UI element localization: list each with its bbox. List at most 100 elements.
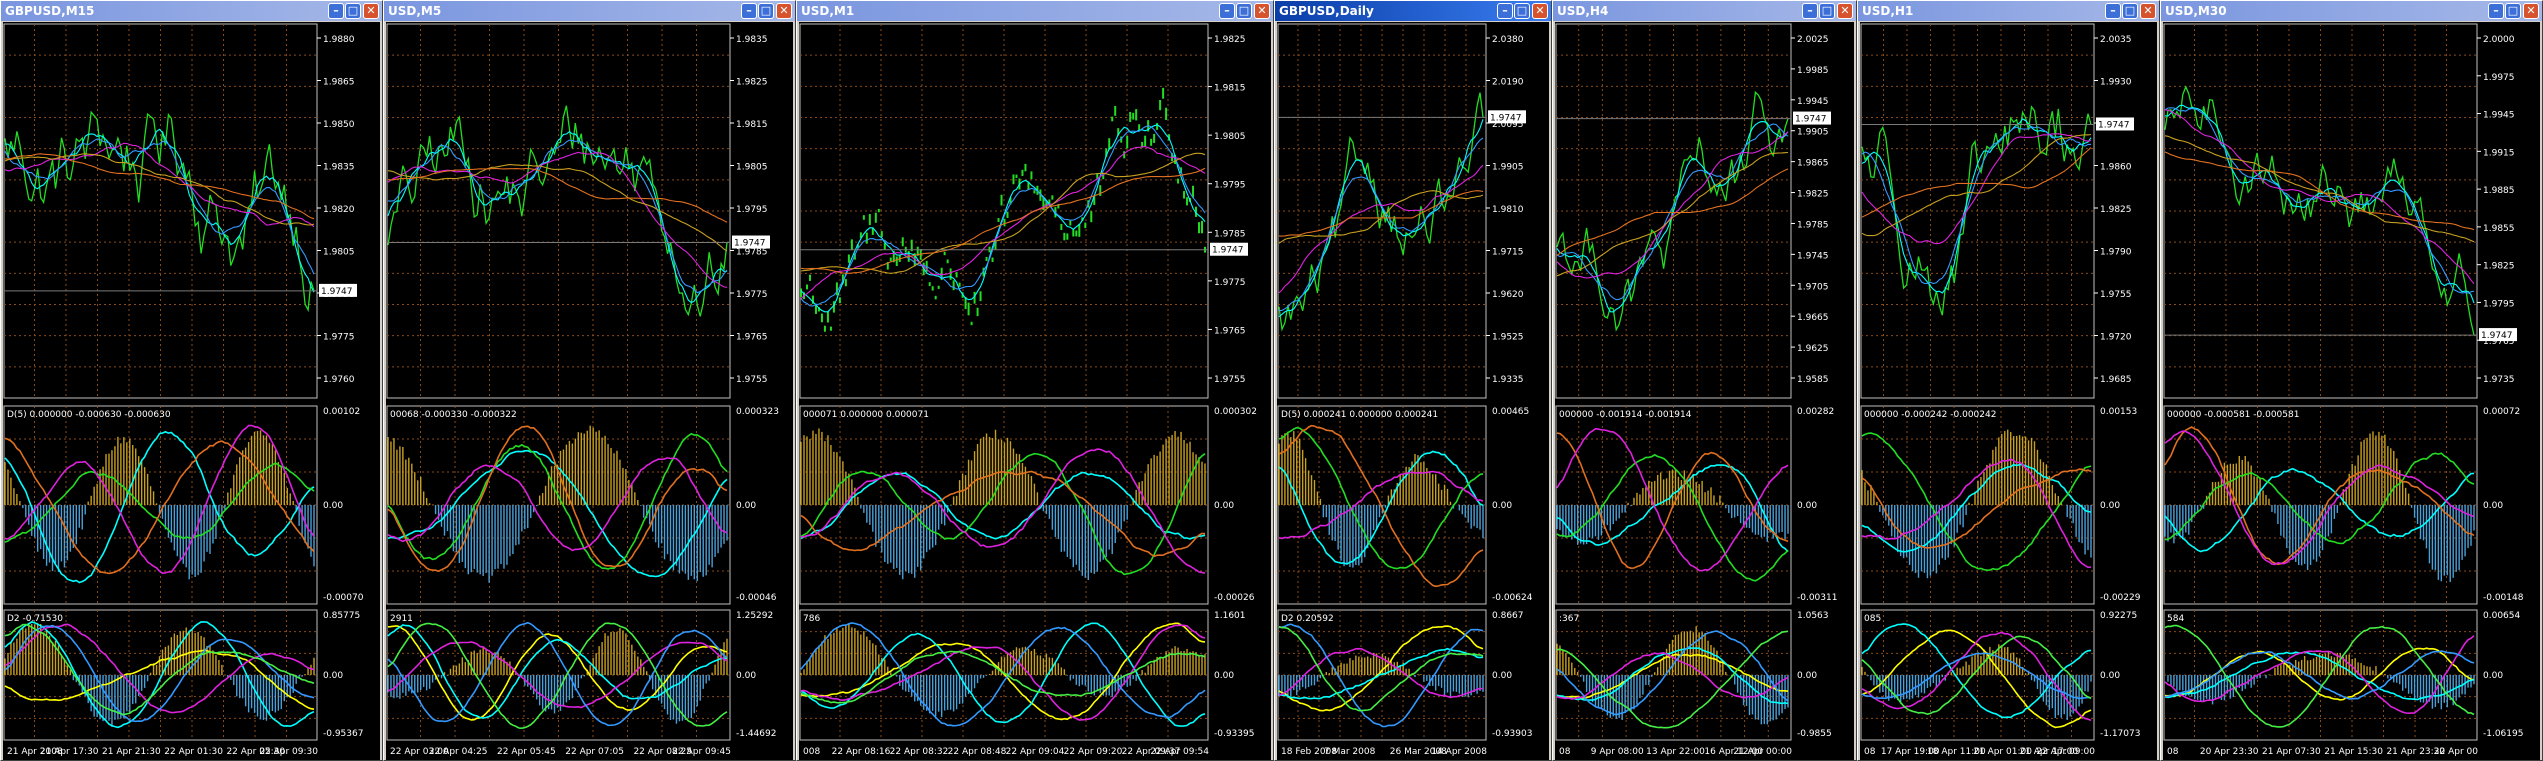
- indicator-tick-label: 0.00: [1797, 501, 1817, 511]
- chart-window-gbpusd-m15[interactable]: GBPUSD,M15 – □ ✕ 1.9880 1.9865 1.9850 1.983…: [0, 0, 383, 761]
- time-tick-label: 21 Apr 17:30: [40, 747, 99, 757]
- window-titlebar[interactable]: USD,M30 – □ ✕: [2161, 1, 2542, 21]
- price-candle: [937, 285, 940, 289]
- chart-canvas[interactable]: 2.03802.01902.00951.99051.98101.97151.96…: [1277, 22, 1549, 760]
- price-pane[interactable]: [2163, 23, 2478, 399]
- price-tick-label: 1.9975: [2483, 73, 2515, 83]
- price-tick-label: 1.9715: [1492, 248, 1524, 258]
- indicator-tick-label: 0.00: [2100, 671, 2120, 681]
- price-tick-label: 1.9775: [323, 333, 355, 343]
- time-tick-label: 21 Apr 00:00: [1733, 747, 1792, 757]
- price-axis: 2.0025 1.9985 1.9945 1.9905 1.9865 1.9825 1.97…: [1791, 35, 1829, 385]
- chart-window-usd-h4[interactable]: USD,H4 – □ ✕ 2.0025 1.9985 1.9945 1.9905 1.9…: [1552, 0, 1857, 761]
- price-pane[interactable]: [386, 23, 731, 399]
- price-pane[interactable]: [3, 23, 318, 399]
- time-tick-label: 20 Apr 23:30: [2200, 747, 2259, 757]
- window-titlebar[interactable]: GBPUSD,M15 – □ ✕: [1, 1, 382, 21]
- indicator-tick-label: 0.00: [736, 501, 756, 511]
- price-candle: [1201, 220, 1204, 234]
- price-candle: [967, 302, 970, 316]
- price-axis: 2.00351.99301.98951.98601.98251.97901.97…: [2094, 35, 2132, 385]
- time-tick-label: 22 Apr 09:54: [1150, 747, 1209, 757]
- window-titlebar[interactable]: USD,H1 – □ ✕: [1858, 1, 2159, 21]
- price-candle: [850, 239, 853, 250]
- price-candle: [1030, 171, 1033, 180]
- price-candle: [1069, 220, 1072, 226]
- price-candle: [868, 214, 871, 226]
- minimize-icon[interactable]: –: [1219, 3, 1235, 19]
- close-icon[interactable]: ✕: [776, 3, 792, 19]
- current-price-tag: 1.9747: [2479, 328, 2517, 342]
- window-titlebar[interactable]: USD,H4 – □ ✕: [1553, 1, 1856, 21]
- price-tick-label: 1.9745: [1797, 251, 1829, 261]
- chart-window-usd-m1[interactable]: USD,M1 – □ ✕ 1.9825 1.9815 1.9805 1.9795 1.9…: [796, 0, 1274, 761]
- price-candle: [934, 295, 937, 300]
- time-tick-label: 22 Apr 09:30: [259, 747, 318, 757]
- close-icon[interactable]: ✕: [363, 3, 379, 19]
- minimize-icon[interactable]: –: [1802, 3, 1818, 19]
- indicator-tick-label: 0.00: [1492, 501, 1512, 511]
- price-tick-label: 1.9765: [736, 333, 768, 343]
- maximize-icon[interactable]: □: [2505, 3, 2521, 19]
- window-title: USD,H4: [1557, 4, 1609, 18]
- price-pane[interactable]: [1860, 23, 2095, 399]
- chart-canvas[interactable]: 1.9825 1.9815 1.9805 1.9795 1.9785 1.9775 1.97…: [799, 22, 1271, 760]
- chart-window-usd-m30[interactable]: USD,M30 – □ ✕ 2.0000 1.9975 1.9945 1.9915 1.…: [2160, 0, 2543, 761]
- maximize-icon[interactable]: □: [2122, 3, 2138, 19]
- chart-window-usd-h1[interactable]: USD,H1 – □ ✕ 2.00351.99301.98951.98601.9…: [1857, 0, 2160, 761]
- close-icon[interactable]: ✕: [1532, 3, 1548, 19]
- chart-window-usd-m5[interactable]: USD,M5 – □ ✕ 1.9835 1.9825 1.9815 1.9805 1.9…: [383, 0, 796, 761]
- price-tick-label: 1.9705: [1797, 282, 1829, 292]
- close-icon[interactable]: ✕: [2140, 3, 2156, 19]
- indicator-label: D(5) 0.000241 0.000000 0.000241: [1281, 410, 1438, 420]
- chart-canvas[interactable]: 2.0000 1.9975 1.9945 1.9915 1.9885 1.9855 1.98…: [2163, 22, 2540, 760]
- minimize-icon[interactable]: –: [2488, 3, 2504, 19]
- price-candle: [1084, 222, 1087, 229]
- maximize-icon[interactable]: □: [345, 3, 361, 19]
- chart-canvas[interactable]: 1.9880 1.9865 1.9850 1.9835 1.9820 1.9805 1.97…: [3, 22, 380, 760]
- price-candle: [1165, 107, 1168, 120]
- minimize-icon[interactable]: –: [741, 3, 757, 19]
- price-tick-label: 1.9685: [2100, 375, 2132, 385]
- chart-canvas[interactable]: 2.0025 1.9985 1.9945 1.9905 1.9865 1.9825 1.97…: [1555, 22, 1854, 760]
- indicator-label: 2911: [390, 614, 413, 624]
- close-icon[interactable]: ✕: [2523, 3, 2539, 19]
- time-axis: 22 Apr 03:0022 Apr 04:25 22 Apr 05:45 22 A…: [390, 747, 731, 757]
- window-titlebar[interactable]: USD,M1 – □ ✕: [797, 1, 1273, 21]
- price-tick-label: 1.9825: [1214, 35, 1246, 45]
- maximize-icon[interactable]: □: [758, 3, 774, 19]
- maximize-icon[interactable]: □: [1819, 3, 1835, 19]
- chart-canvas[interactable]: 2.00351.99301.98951.98601.98251.97901.97…: [1860, 22, 2157, 760]
- price-tick-label: 2.0025: [1797, 35, 1829, 45]
- indicator-tick-label: -0.95367: [323, 729, 363, 739]
- price-candle: [1060, 223, 1063, 231]
- minimize-icon[interactable]: –: [328, 3, 344, 19]
- price-candle: [946, 259, 949, 264]
- chart-window-gbpusd-daily[interactable]: GBPUSD,Daily – □ ✕ 2.0380 2.0190 2.0095 1.9…: [1274, 0, 1552, 761]
- minimize-icon[interactable]: –: [2105, 3, 2121, 19]
- time-tick-label: 08: [1559, 747, 1571, 757]
- indicator-label: D2 -0.71530: [7, 614, 63, 624]
- minimize-icon[interactable]: –: [1497, 3, 1513, 19]
- time-tick-label: 22 Apr 08:16: [832, 747, 891, 757]
- window-titlebar[interactable]: USD,M5 – □ ✕: [384, 1, 795, 21]
- price-tick-label: 1.9785: [1214, 229, 1246, 239]
- price-candle: [862, 215, 865, 220]
- current-price-label: 1.9747: [734, 239, 766, 249]
- indicator-label: 000071 0.000000 0.000071: [803, 410, 929, 420]
- price-candle: [952, 280, 955, 291]
- price-pane[interactable]: [799, 23, 1209, 399]
- price-candle: [979, 291, 982, 302]
- close-icon[interactable]: ✕: [1837, 3, 1853, 19]
- chart-canvas[interactable]: 1.98351.98251.98151.98051.97951.97851.97…: [386, 22, 793, 760]
- time-tick-label: 22 Apr 00: [2434, 747, 2478, 757]
- close-icon[interactable]: ✕: [1254, 3, 1270, 19]
- price-tick-label: 1.9945: [1797, 97, 1829, 107]
- price-tick-label: 1.9880: [323, 35, 355, 45]
- price-tick-label: 1.9825: [736, 78, 768, 88]
- current-price-tag: 1.9747: [1793, 111, 1831, 125]
- maximize-icon[interactable]: □: [1514, 3, 1530, 19]
- window-titlebar[interactable]: GBPUSD,Daily – □ ✕: [1275, 1, 1551, 21]
- maximize-icon[interactable]: □: [1236, 3, 1252, 19]
- price-candle: [1021, 169, 1024, 177]
